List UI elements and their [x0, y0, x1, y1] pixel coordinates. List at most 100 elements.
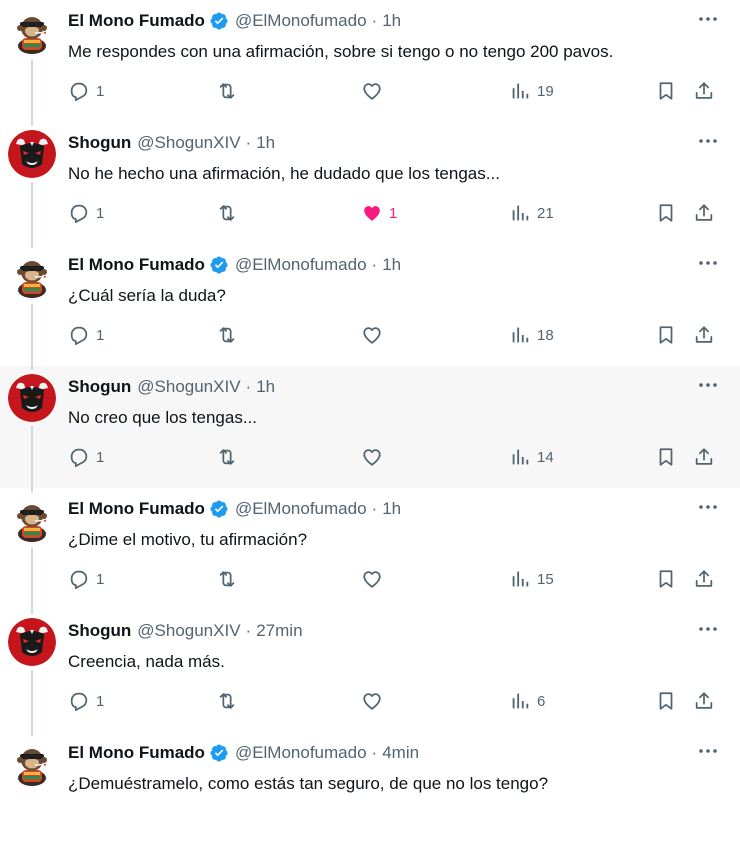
like-button[interactable] — [361, 78, 389, 104]
share-icon — [695, 570, 713, 587]
more-icon — [699, 17, 717, 21]
avatar-shogun[interactable] — [8, 130, 56, 178]
tweet-actions: 1 19 — [0, 78, 740, 104]
bookmark-button[interactable] — [655, 322, 677, 348]
monkey-avatar-icon — [8, 8, 56, 56]
timestamp[interactable]: 1h — [256, 377, 275, 397]
author-handle[interactable]: @ElMonofumado — [235, 743, 367, 763]
share-icon — [695, 448, 713, 465]
bookmark-button[interactable] — [655, 688, 677, 714]
avatar-monkey[interactable] — [8, 496, 56, 544]
tweet-text: Me respondes con una afirmación, sobre s… — [68, 42, 614, 61]
author-name[interactable]: Shogun — [68, 621, 131, 641]
timestamp[interactable]: 1h — [256, 133, 275, 153]
views-button[interactable]: 18 — [509, 322, 554, 348]
like-button[interactable] — [361, 566, 389, 592]
monkey-avatar-icon — [8, 252, 56, 300]
share-button[interactable] — [693, 566, 715, 592]
avatar-monkey[interactable] — [8, 740, 56, 788]
timestamp[interactable]: 27min — [256, 621, 302, 641]
avatar-shogun[interactable] — [8, 374, 56, 422]
share-button[interactable] — [693, 200, 715, 226]
share-button[interactable] — [693, 688, 715, 714]
author-name[interactable]: El Mono Fumado — [68, 11, 205, 31]
separator-dot: · — [371, 499, 378, 518]
reply-icon — [70, 82, 88, 102]
tweet-actions: 1 18 — [0, 322, 740, 348]
views-button[interactable]: 15 — [509, 566, 554, 592]
author-handle[interactable]: @ShogunXIV — [137, 133, 240, 153]
reply-button[interactable]: 1 — [68, 688, 104, 714]
reply-button[interactable]: 1 — [68, 444, 104, 470]
retweet-button[interactable] — [216, 322, 244, 348]
bookmark-button[interactable] — [655, 78, 677, 104]
tweet-actions: 1 14 — [0, 444, 740, 470]
tweet[interactable]: El Mono Fumado @ElMonofumado · 4min ¿Dem… — [0, 732, 740, 854]
more-button[interactable] — [696, 744, 720, 758]
views-button[interactable]: 19 — [509, 78, 554, 104]
more-button[interactable] — [696, 134, 720, 148]
like-count: 1 — [389, 204, 398, 222]
author-name[interactable]: El Mono Fumado — [68, 255, 205, 275]
bookmark-button[interactable] — [655, 444, 677, 470]
more-button[interactable] — [696, 378, 720, 392]
tweet[interactable]: Shogun @ShogunXIV · 1h No he hecho una a… — [0, 122, 740, 244]
retweet-button[interactable] — [216, 78, 244, 104]
views-button[interactable]: 14 — [509, 444, 554, 470]
views-button[interactable]: 6 — [509, 688, 545, 714]
like-button[interactable]: 1 — [361, 200, 397, 226]
like-button[interactable] — [361, 322, 389, 348]
avatar-monkey[interactable] — [8, 8, 56, 56]
reply-button[interactable]: 1 — [68, 322, 104, 348]
retweet-button[interactable] — [216, 444, 244, 470]
tweet[interactable]: Shogun @ShogunXIV · 1h No creo que los t… — [0, 366, 740, 488]
reply-count: 1 — [96, 326, 105, 344]
author-handle[interactable]: @ElMonofumado — [235, 499, 367, 519]
more-button[interactable] — [696, 500, 720, 514]
tweet[interactable]: El Mono Fumado @ElMonofumado · 1h ¿Cuál … — [0, 244, 740, 366]
timestamp[interactable]: 1h — [382, 255, 401, 275]
view-count: 21 — [537, 204, 554, 222]
heart-icon — [363, 327, 381, 344]
avatar-monkey[interactable] — [8, 252, 56, 300]
author-handle[interactable]: @ElMonofumado — [235, 255, 367, 275]
tweet-text: ¿Cuál sería la duda? — [68, 286, 226, 305]
avatar-shogun[interactable] — [8, 618, 56, 666]
retweet-button[interactable] — [216, 200, 244, 226]
timestamp[interactable]: 4min — [382, 743, 419, 763]
reply-button[interactable]: 1 — [68, 566, 104, 592]
tweet[interactable]: Shogun @ShogunXIV · 27min Creencia, nada… — [0, 610, 740, 732]
like-button[interactable] — [361, 444, 389, 470]
author-name[interactable]: Shogun — [68, 377, 131, 397]
share-button[interactable] — [693, 444, 715, 470]
bookmark-button[interactable] — [655, 566, 677, 592]
more-button[interactable] — [696, 256, 720, 270]
monkey-avatar-icon — [8, 496, 56, 544]
retweet-button[interactable] — [216, 688, 244, 714]
author-handle[interactable]: @ElMonofumado — [235, 11, 367, 31]
more-button[interactable] — [696, 12, 720, 26]
author-handle[interactable]: @ShogunXIV — [137, 377, 240, 397]
author-handle[interactable]: @ShogunXIV — [137, 621, 240, 641]
separator-dot: · — [371, 743, 378, 762]
like-button[interactable] — [361, 688, 389, 714]
bookmark-icon — [659, 692, 673, 710]
view-count: 14 — [537, 448, 554, 466]
tweet[interactable]: El Mono Fumado @ElMonofumado · 1h ¿Dime … — [0, 488, 740, 610]
share-button[interactable] — [693, 322, 715, 348]
tweet[interactable]: El Mono Fumado @ElMonofumado · 1h Me res… — [0, 0, 740, 122]
share-button[interactable] — [693, 78, 715, 104]
reply-button[interactable]: 1 — [68, 200, 104, 226]
bookmark-button[interactable] — [655, 200, 677, 226]
reply-button[interactable]: 1 — [68, 78, 104, 104]
views-button[interactable]: 21 — [509, 200, 554, 226]
bar-chart-icon — [512, 693, 529, 709]
timestamp[interactable]: 1h — [382, 11, 401, 31]
demon-mask-avatar-icon — [8, 374, 56, 422]
author-name[interactable]: El Mono Fumado — [68, 499, 205, 519]
timestamp[interactable]: 1h — [382, 499, 401, 519]
author-name[interactable]: El Mono Fumado — [68, 743, 205, 763]
more-button[interactable] — [696, 622, 720, 636]
retweet-button[interactable] — [216, 566, 244, 592]
author-name[interactable]: Shogun — [68, 133, 131, 153]
